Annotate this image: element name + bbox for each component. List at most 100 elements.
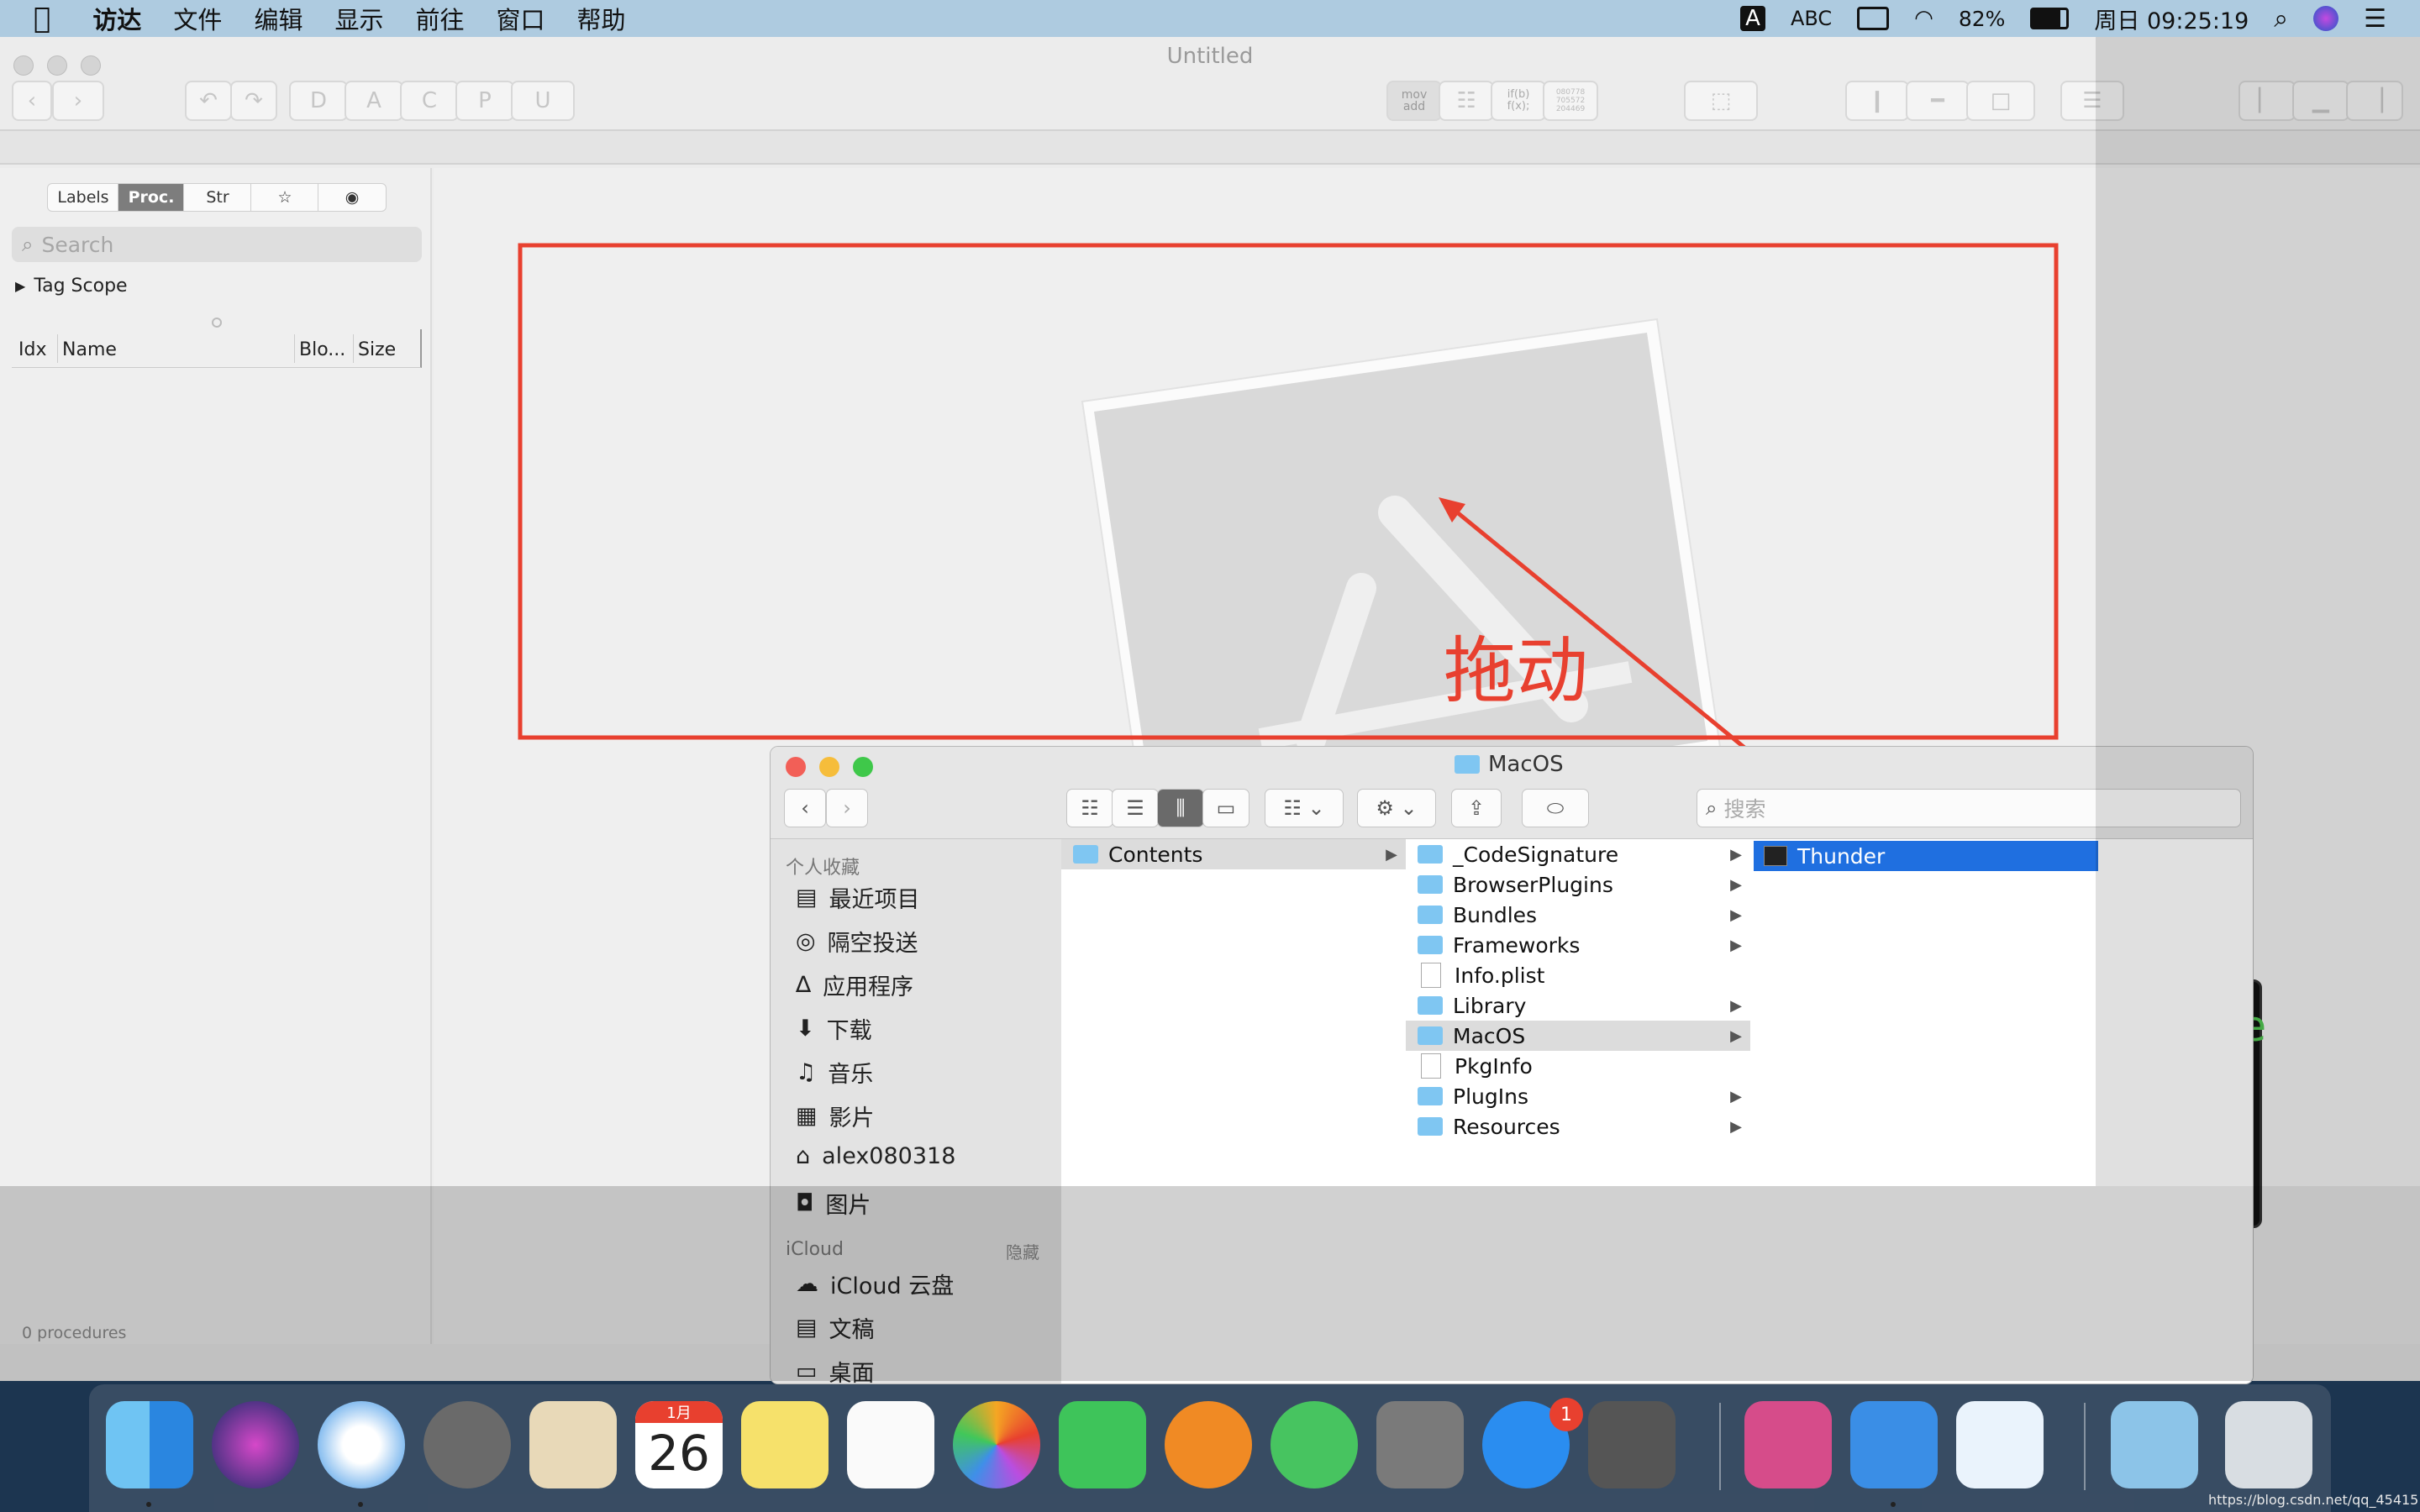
back-button[interactable]: ‹ [784, 789, 826, 827]
list-item[interactable]: BrowserPlugins ▶ [1406, 869, 1750, 900]
sidebar-item-label: alex080318 [822, 1143, 956, 1169]
folder-icon [1418, 845, 1443, 864]
list-item[interactable]: Frameworks ▶ [1406, 930, 1750, 960]
find-my-dock-icon[interactable] [1270, 1401, 1358, 1488]
sidebar-item-label: 下载 [826, 1018, 872, 1044]
sidebar-item-music[interactable]: ♫ 音乐 [796, 1056, 873, 1089]
item-label: Thunder [1797, 843, 1886, 869]
view-gallery-button[interactable]: ▭ [1202, 789, 1249, 827]
sidebar-item-applications[interactable]: ∆ 应用程序 [796, 969, 913, 1001]
folder-icon [1073, 845, 1098, 864]
trash-dock-icon[interactable] [2225, 1401, 2312, 1488]
tag-icon[interactable]: ⬭ [1522, 789, 1589, 827]
folder-icon [1418, 1087, 1443, 1105]
group-by-button[interactable]: ☷ ⌄ [1265, 789, 1344, 827]
favorites-header: 个人收藏 [786, 858, 860, 879]
item-label: MacOS [1453, 1023, 1526, 1048]
music-icon: ♫ [796, 1059, 817, 1085]
chevron-right-icon: ▶ [1730, 1087, 1742, 1105]
view-columns-button[interactable]: ⫼ [1157, 789, 1204, 827]
list-item[interactable]: PlugIns ▶ [1406, 1081, 1750, 1111]
applications-icon: ∆ [796, 972, 812, 998]
airdrop-icon: ◎ [796, 928, 816, 954]
folder-icon [1455, 755, 1480, 774]
list-item[interactable]: Library ▶ [1406, 990, 1750, 1021]
chevron-right-icon: ▶ [1730, 875, 1742, 894]
facetime-dock-icon[interactable] [1059, 1401, 1146, 1488]
item-label: Info.plist [1455, 963, 1545, 988]
dock-running-indicator [358, 1502, 363, 1507]
chevron-right-icon: ▶ [1730, 996, 1742, 1015]
item-label: Frameworks [1453, 932, 1581, 958]
photos-dock-icon[interactable] [953, 1401, 1040, 1488]
finder-title: MacOS [1455, 752, 1564, 777]
sidebar-item-movies[interactable]: ▦ 影片 [796, 1100, 875, 1132]
list-item[interactable]: Thunder [1754, 841, 2098, 871]
item-label: PkgInfo [1455, 1053, 1533, 1079]
siri-dock-icon[interactable] [212, 1401, 299, 1488]
sidebar-item-label: 隔空投送 [827, 931, 918, 957]
downloads-icon: ⬇ [796, 1016, 815, 1042]
minimize-window-icon[interactable] [819, 757, 839, 777]
sidebar-item-recents[interactable]: ▤ 最近项目 [796, 881, 920, 914]
folder-icon [1418, 996, 1443, 1015]
view-icons-button[interactable]: ☷ [1066, 789, 1113, 827]
screen-dim-overlay [2096, 37, 2420, 1186]
list-item[interactable]: PkgInfo [1406, 1051, 1750, 1081]
chevron-right-icon: ▶ [1730, 1026, 1742, 1045]
cleanmymac-dock-icon[interactable] [1744, 1401, 1832, 1488]
folder-icon [1418, 1026, 1443, 1045]
sidebar-item-airdrop[interactable]: ◎ 隔空投送 [796, 925, 918, 958]
calculator-dock-icon[interactable] [1376, 1401, 1464, 1488]
mail-dock-icon[interactable] [529, 1401, 617, 1488]
movies-icon: ▦ [796, 1103, 818, 1129]
search-icon: ⌕ [1706, 796, 1718, 820]
calendar-day: 26 [648, 1425, 710, 1482]
item-label: PlugIns [1453, 1084, 1528, 1109]
zoom-window-icon[interactable] [853, 757, 873, 777]
xcode-dock-icon[interactable] [1850, 1401, 1938, 1488]
item-label: _CodeSignature [1453, 842, 1619, 867]
launchpad-dock-icon[interactable] [424, 1401, 511, 1488]
sidebar-item-home[interactable]: ⌂ alex080318 [796, 1143, 955, 1169]
finder-dock-icon[interactable] [106, 1401, 193, 1488]
list-item[interactable]: Info.plist [1406, 960, 1750, 990]
list-item[interactable]: _CodeSignature ▶ [1406, 839, 1750, 869]
sidebar-item-label: 最近项目 [829, 887, 920, 913]
list-item[interactable]: Resources ▶ [1406, 1111, 1750, 1142]
action-gear-icon[interactable]: ⚙ ⌄ [1357, 789, 1436, 827]
item-label: Contents [1108, 842, 1203, 867]
folder-icon [1418, 906, 1443, 924]
folder-icon [1418, 875, 1443, 894]
list-item[interactable]: MacOS ▶ [1406, 1021, 1750, 1051]
watermark: https://blog.csdn.net/qq_45415111 [2208, 1492, 2420, 1508]
sidebar-item-label: 影片 [829, 1105, 875, 1131]
chevron-right-icon: ▶ [1386, 845, 1397, 864]
dock-running-indicator [146, 1502, 151, 1507]
recents-icon: ▤ [796, 885, 818, 911]
view-list-button[interactable]: ☰ [1112, 789, 1159, 827]
system-preferences-dock-icon[interactable] [1588, 1401, 1676, 1488]
notes-dock-icon[interactable] [741, 1401, 829, 1488]
sidebar-item-downloads[interactable]: ⬇ 下载 [796, 1012, 872, 1045]
downloads-stack-dock-icon[interactable] [2111, 1401, 2198, 1488]
close-window-icon[interactable] [786, 757, 806, 777]
forward-button[interactable]: › [826, 789, 868, 827]
list-item[interactable]: Bundles ▶ [1406, 900, 1750, 930]
folder-icon [1418, 1117, 1443, 1136]
item-label: Resources [1453, 1114, 1560, 1139]
safari-dock-icon[interactable] [318, 1401, 405, 1488]
dock-separator [2084, 1403, 2086, 1490]
share-icon[interactable]: ⇪ [1451, 789, 1502, 827]
thunder-dock-icon[interactable] [1956, 1401, 2044, 1488]
dock-running-indicator [1891, 1502, 1896, 1507]
list-item[interactable]: Contents ▶ [1061, 839, 1406, 869]
terminal-exec-icon [1764, 846, 1787, 866]
calendar-dock-icon[interactable]: 1月 26 [635, 1401, 723, 1488]
sidebar-item-label: 应用程序 [823, 974, 914, 1000]
finder-search-placeholder: 搜索 [1723, 797, 1766, 822]
chevron-right-icon: ▶ [1730, 906, 1742, 924]
sidebar-item-label: 音乐 [828, 1062, 874, 1088]
books-dock-icon[interactable] [1165, 1401, 1252, 1488]
reminders-dock-icon[interactable] [847, 1401, 934, 1488]
